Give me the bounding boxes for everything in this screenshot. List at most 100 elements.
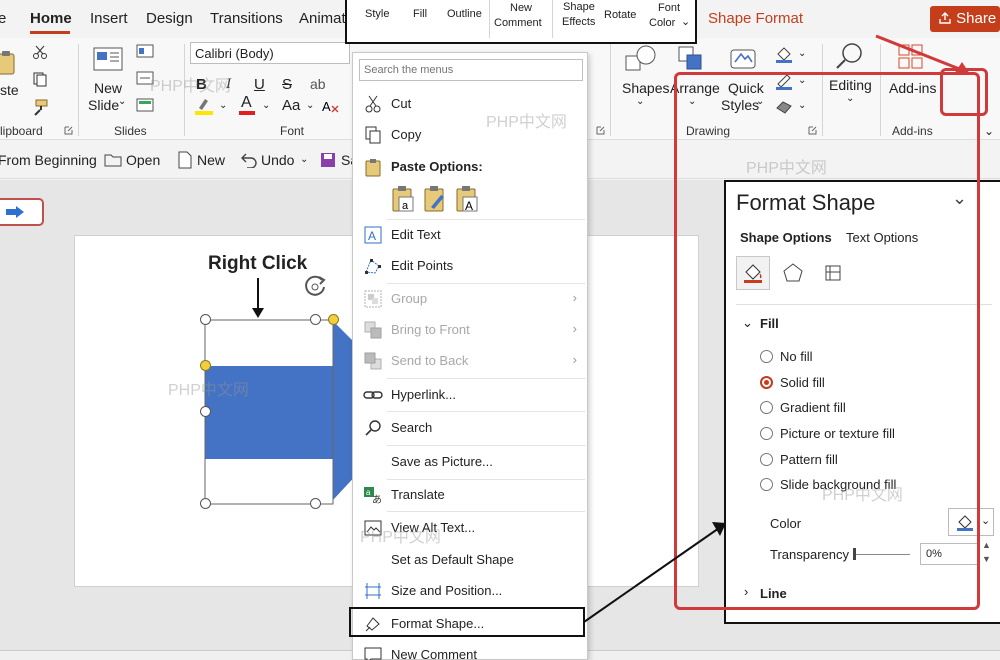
menu-item-edit-text[interactable]: A Edit Text bbox=[353, 220, 587, 250]
menu-item-copy[interactable]: Copy bbox=[353, 120, 587, 150]
undo-icon bbox=[241, 153, 257, 168]
context-menu: Cut Copy Paste Options: a A A Edit Text … bbox=[349, 52, 588, 660]
rotate-handle-icon[interactable] bbox=[302, 272, 330, 298]
clipboard-group-label: lipboard bbox=[0, 124, 43, 138]
arrange-icon[interactable] bbox=[676, 44, 706, 74]
from-beginning-button[interactable]: From Beginning bbox=[0, 152, 97, 168]
undo-button[interactable]: Undo bbox=[261, 152, 294, 168]
search-icon[interactable] bbox=[834, 40, 866, 72]
arrow-thumbnail-icon bbox=[6, 206, 24, 218]
shadow-icon[interactable]: ab bbox=[310, 76, 326, 92]
menu-item-edit-points[interactable]: Edit Points bbox=[353, 251, 587, 281]
tab-home[interactable]: Home bbox=[30, 10, 72, 27]
tab-transitions[interactable]: Transitions bbox=[210, 10, 283, 27]
section-icon[interactable] bbox=[136, 98, 154, 112]
layout-icon[interactable] bbox=[136, 44, 154, 58]
style-button[interactable]: Style bbox=[365, 8, 389, 21]
edit-points-icon bbox=[365, 259, 381, 274]
menu-item-cut[interactable]: Cut bbox=[353, 89, 587, 119]
menu-search-input[interactable] bbox=[364, 62, 576, 78]
folder-icon bbox=[104, 154, 122, 167]
adjustment-handle[interactable] bbox=[200, 360, 211, 371]
new-comment-line2[interactable]: Comment bbox=[494, 17, 542, 30]
clear-formatting-icon[interactable]: A bbox=[322, 98, 340, 114]
shape-effects-line2[interactable]: Effects bbox=[562, 16, 595, 29]
tab-file[interactable]: e bbox=[0, 10, 6, 27]
menu-item-bring-to-front[interactable]: Bring to Front › bbox=[353, 315, 587, 345]
menu-item-set-default-shape[interactable]: Set as Default Shape bbox=[353, 545, 587, 575]
menu-item-size-and-position[interactable]: Size and Position... bbox=[353, 576, 587, 606]
tab-animations[interactable]: Animat bbox=[299, 10, 346, 27]
font-name-dropdown[interactable]: Calibri (Body) bbox=[190, 42, 350, 64]
bold-icon[interactable]: B bbox=[196, 76, 207, 93]
menu-separator bbox=[387, 411, 585, 412]
collapse-ribbon-icon[interactable]: ⌄ bbox=[984, 124, 994, 138]
menu-item-label: Cut bbox=[391, 96, 412, 111]
tab-shape-format[interactable]: Shape Format bbox=[708, 10, 803, 27]
font-color-line1[interactable]: Font bbox=[658, 2, 680, 15]
quick-styles-icon[interactable] bbox=[728, 44, 758, 74]
menu-item-view-alt-text[interactable]: View Alt Text... bbox=[353, 513, 587, 543]
rotate-button[interactable]: Rotate bbox=[604, 9, 636, 22]
adjustment-handle[interactable] bbox=[328, 314, 339, 325]
new-comment-line1[interactable]: New bbox=[510, 2, 532, 15]
spinner-up-icon[interactable]: ▲ bbox=[982, 540, 991, 550]
divider bbox=[552, 0, 553, 38]
tab-insert[interactable]: Insert bbox=[90, 10, 128, 27]
shape-fill-icon[interactable] bbox=[774, 44, 794, 64]
new-file-icon bbox=[178, 151, 192, 169]
underline-icon[interactable]: U bbox=[254, 76, 265, 93]
resize-handle[interactable] bbox=[310, 498, 321, 509]
tab-design[interactable]: Design bbox=[146, 10, 193, 27]
format-painter-icon[interactable] bbox=[32, 98, 50, 116]
new-slide-icon[interactable] bbox=[92, 44, 124, 74]
menu-item-hyperlink[interactable]: Hyperlink... bbox=[353, 380, 587, 410]
new-slide-label-2: Slide bbox=[88, 97, 120, 113]
shape-effects-line1[interactable]: Shape bbox=[563, 1, 595, 14]
paste-icon[interactable] bbox=[0, 50, 18, 76]
paste-icon bbox=[365, 159, 381, 177]
fill-button[interactable]: Fill bbox=[413, 8, 427, 21]
menu-item-translate[interactable]: aあ Translate bbox=[353, 480, 587, 510]
menu-item-format-shape[interactable]: Format Shape... bbox=[349, 607, 585, 637]
share-button[interactable]: Share bbox=[930, 6, 1000, 32]
shapes-label[interactable]: Shapes bbox=[622, 80, 669, 97]
menu-item-group[interactable]: Group › bbox=[353, 284, 587, 314]
resize-handle[interactable] bbox=[200, 498, 211, 509]
spinner-down-icon[interactable]: ▼ bbox=[982, 554, 991, 564]
font-color-icon[interactable]: A bbox=[238, 94, 258, 116]
paste-keep-text-only-icon[interactable]: A bbox=[455, 185, 479, 213]
menu-item-save-as-picture[interactable]: Save as Picture... bbox=[353, 447, 587, 477]
menu-item-search[interactable]: Search bbox=[353, 413, 587, 443]
reset-icon[interactable] bbox=[136, 71, 154, 85]
slide-thumbnail[interactable] bbox=[0, 198, 44, 226]
resize-handle[interactable] bbox=[200, 314, 211, 325]
font-color-line2[interactable]: Color bbox=[649, 17, 675, 30]
cut-icon[interactable] bbox=[32, 44, 48, 60]
italic-icon[interactable]: I bbox=[226, 76, 231, 93]
dialog-launcher-icon[interactable] bbox=[596, 126, 605, 135]
open-button[interactable]: Open bbox=[126, 152, 160, 168]
save-icon bbox=[321, 153, 335, 167]
chevron-down-icon: ⌄ bbox=[300, 154, 309, 165]
copy-icon[interactable] bbox=[32, 71, 48, 87]
strikethrough-icon[interactable]: S bbox=[282, 76, 292, 93]
menu-item-new-comment[interactable]: New Comment bbox=[353, 640, 587, 660]
resize-handle[interactable] bbox=[200, 406, 211, 417]
paste-use-destination-theme-icon[interactable]: a bbox=[391, 185, 415, 213]
highlight-icon[interactable] bbox=[194, 96, 214, 116]
paste-button-label[interactable]: ste bbox=[0, 82, 19, 99]
dialog-launcher-icon[interactable] bbox=[64, 126, 73, 135]
paste-keep-source-formatting-icon[interactable] bbox=[423, 185, 447, 213]
outline-button[interactable]: Outline bbox=[447, 8, 482, 21]
arrow-shape[interactable] bbox=[200, 276, 360, 508]
shapes-icon[interactable] bbox=[624, 44, 658, 74]
cut-icon bbox=[365, 95, 381, 113]
format-shape-icon bbox=[365, 617, 380, 632]
menu-search-box[interactable] bbox=[359, 59, 583, 81]
new-button[interactable]: New bbox=[197, 152, 225, 168]
change-case-icon[interactable]: Aa bbox=[282, 97, 300, 114]
svg-text:a: a bbox=[366, 488, 371, 497]
menu-item-send-to-back[interactable]: Send to Back › bbox=[353, 346, 587, 376]
resize-handle[interactable] bbox=[310, 314, 321, 325]
